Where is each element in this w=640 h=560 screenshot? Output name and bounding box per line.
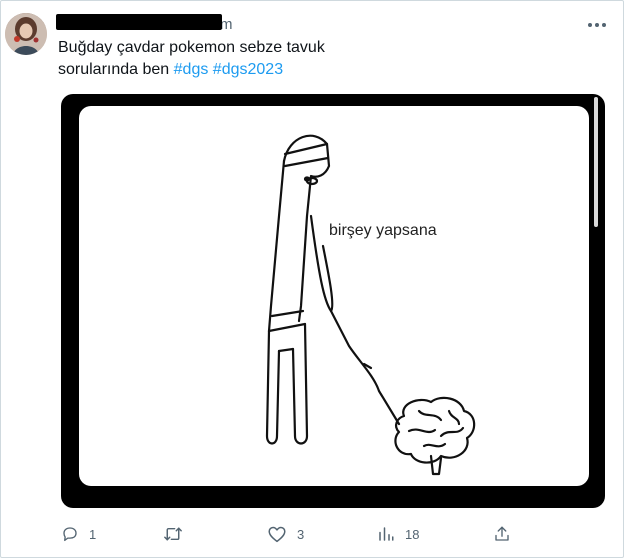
meme-image[interactable]: birşey yapsana (79, 106, 589, 486)
like-button[interactable]: 3 (267, 522, 304, 546)
tweet-card[interactable]: m Buğday çavdar pokemon sebze tavuk soru… (0, 0, 624, 558)
retweet-icon (164, 527, 182, 541)
like-count: 3 (297, 526, 305, 542)
heart-icon (268, 526, 286, 543)
scrollbar[interactable] (594, 97, 598, 227)
avatar[interactable] (5, 13, 47, 55)
tweet-text: Buğday çavdar pokemon sebze tavuk sorula… (58, 37, 598, 81)
share-button[interactable] (493, 522, 511, 546)
meme-caption: birşey yapsana (329, 222, 437, 239)
tweet-text-line2: sorularında ben #dgs #dgs2023 (58, 59, 598, 81)
retweet-button[interactable] (163, 522, 193, 546)
reply-count: 1 (89, 526, 97, 542)
views-button[interactable]: 18 (377, 522, 419, 546)
more-icon (588, 23, 606, 27)
more-options-button[interactable] (585, 15, 609, 35)
reply-button[interactable]: 1 (61, 522, 96, 546)
avatar-photo-icon (5, 13, 47, 55)
views-icon (379, 527, 394, 541)
share-icon (495, 526, 509, 541)
stick-figure-drawing (265, 134, 476, 476)
tweet-text-line1: Buğday çavdar pokemon sebze tavuk (58, 39, 325, 56)
views-count: 18 (405, 526, 420, 542)
redaction-bar (56, 14, 222, 30)
tweet-actions: 1 3 18 (61, 522, 521, 546)
hashtag-link[interactable]: #dgs2023 (213, 61, 283, 78)
tweet-text-prefix: sorularında ben (58, 61, 174, 78)
reply-icon (63, 527, 77, 542)
hashtag-link[interactable]: #dgs (174, 61, 209, 78)
